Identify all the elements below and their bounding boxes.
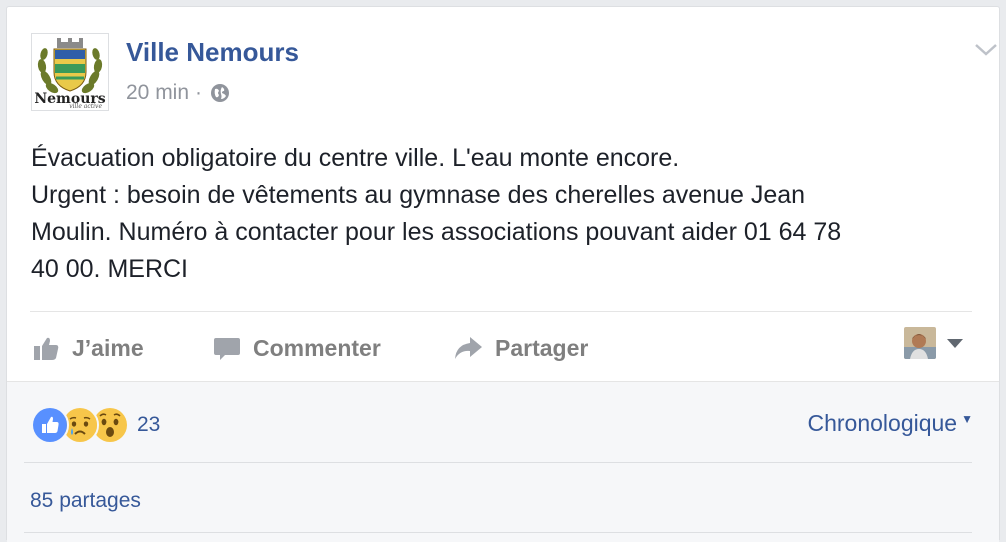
like-label: J’aime	[72, 334, 144, 361]
divider	[24, 532, 972, 533]
page-logo[interactable]: Nemours ville active	[31, 33, 109, 111]
comment-bubble-icon	[213, 334, 253, 362]
thumbs-up-icon	[32, 334, 72, 362]
like-reaction-icon	[31, 406, 69, 444]
post-card: Nemours ville active Ville Nemours 20 mi…	[6, 6, 1000, 542]
chevron-down-icon[interactable]	[973, 41, 999, 59]
post-text-line: Urgent : besoin de vêtements au gymnase …	[31, 181, 806, 209]
post-header: Nemours ville active Ville Nemours 20 mi…	[29, 31, 997, 121]
share-arrow-icon	[453, 334, 495, 362]
post-message: Évacuation obligatoire du centre ville. …	[31, 140, 961, 288]
reactions-summary[interactable]: 23	[31, 406, 160, 444]
post-text-line: Moulin. Numéro à contacter pour les asso…	[31, 218, 842, 246]
shares-count-link[interactable]: 85 partages	[30, 489, 141, 513]
post-text-line: Évacuation obligatoire du centre ville. …	[31, 144, 680, 172]
logo-tagline: ville active	[69, 103, 102, 110]
action-bar: J’aime Commenter Partager	[30, 325, 972, 371]
divider	[24, 462, 972, 463]
sort-label: Chronologique	[807, 410, 958, 436]
globe-icon[interactable]	[210, 83, 230, 103]
reaction-count: 23	[137, 413, 161, 436]
share-label: Partager	[495, 334, 589, 361]
comment-label: Commenter	[253, 334, 381, 361]
meta-separator: ·	[195, 81, 203, 104]
post-footer: 23 Chronologique ▼ 85 partages	[7, 381, 999, 542]
avatar	[904, 327, 936, 359]
identity-selector[interactable]	[904, 327, 964, 359]
like-button[interactable]: J’aime	[32, 325, 144, 371]
post-timestamp[interactable]: 20 min	[126, 81, 189, 105]
share-button[interactable]: Partager	[453, 325, 588, 371]
divider	[30, 311, 972, 312]
page-name-link[interactable]: Ville Nemours	[126, 37, 299, 68]
comment-button[interactable]: Commenter	[213, 325, 381, 371]
caret-down-icon	[946, 337, 964, 349]
comment-sort-dropdown[interactable]: Chronologique ▼	[807, 410, 973, 437]
post-meta: 20 min ·	[126, 81, 230, 105]
caret-down-icon: ▼	[961, 412, 973, 426]
post-text-line: 40 00. MERCI	[31, 255, 189, 283]
